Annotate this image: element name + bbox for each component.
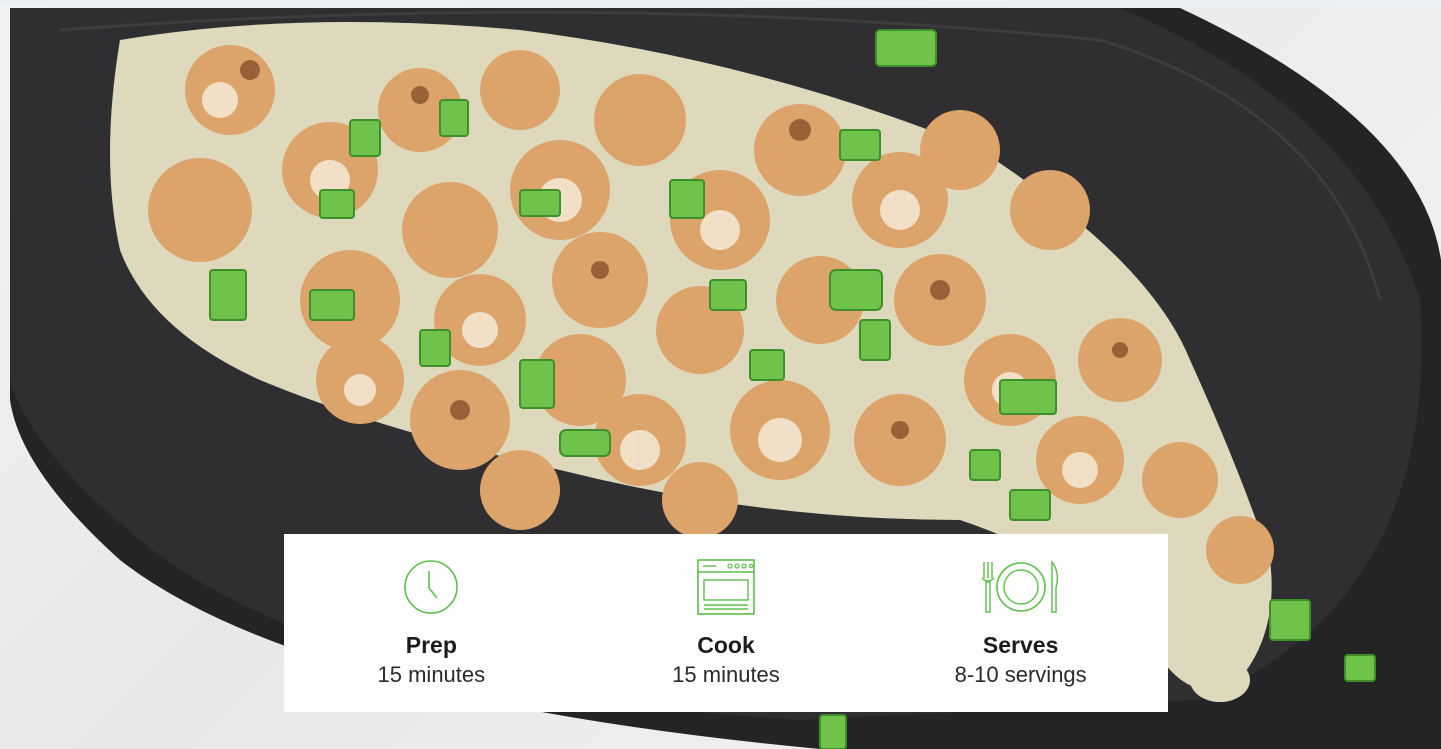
stat-serves: Serves 8-10 servings	[921, 558, 1121, 688]
plate-utensils-icon	[976, 558, 1066, 616]
stat-value: 8-10 servings	[954, 662, 1087, 687]
stat-cook: Cook 15 minutes	[626, 558, 826, 688]
stat-label: Prep	[405, 632, 457, 658]
stat-label: Serves	[982, 632, 1059, 658]
oven-icon	[696, 558, 756, 616]
stat-label: Cook	[697, 632, 755, 658]
stat-prep: Prep 15 minutes	[331, 558, 531, 688]
stat-value: 15 minutes	[672, 662, 780, 687]
clock-icon	[402, 558, 460, 616]
stat-value: 15 minutes	[377, 662, 486, 687]
recipe-info-card: Prep 15 minutes Cook 15 minutes Serves 8…	[284, 534, 1168, 712]
